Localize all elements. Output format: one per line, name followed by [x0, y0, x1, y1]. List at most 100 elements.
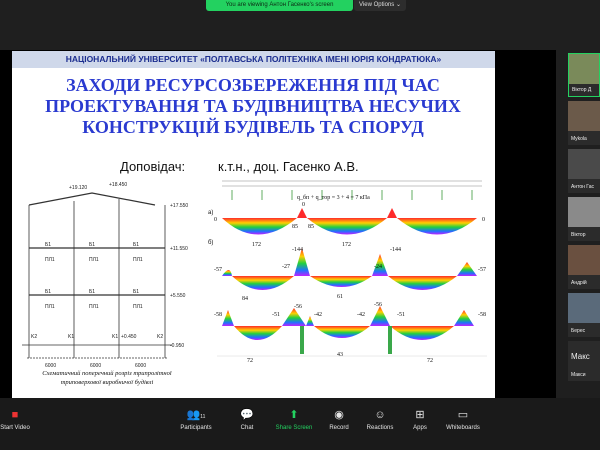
participants-button[interactable]: 👥11 Participants — [175, 398, 217, 450]
participants-icon: 👥11 — [186, 409, 206, 421]
moment-value: 43 — [337, 352, 343, 358]
moment-value: 84 — [242, 296, 248, 302]
participant-name: Андрій — [571, 280, 587, 286]
moment-value: -24 — [374, 264, 382, 270]
whiteboards-label: Whiteboards — [446, 425, 480, 431]
elev-level: +5.550 — [170, 293, 186, 299]
record-icon: ◉ — [334, 409, 344, 421]
participant-tile[interactable]: Макс Макси — [568, 341, 600, 381]
participant-tile[interactable]: Віктор — [568, 197, 600, 241]
view-options-button[interactable]: View Options ⌄ — [354, 0, 406, 11]
participant-video — [568, 149, 600, 179]
title-line: ЗАХОДИ РЕСУРСОЗБЕРЕЖЕННЯ ПІД ЧАС — [66, 75, 440, 95]
moment-value: 172 — [252, 242, 261, 248]
caption-line: триповерхової виробничої будівлі — [60, 379, 154, 386]
frame-section-drawing: +19.120 +18.450 +17.550 +11.550 +5.550 +… — [22, 182, 188, 368]
moment-value: -144 — [292, 247, 303, 253]
moment-value: -56 — [374, 302, 382, 308]
load-formula: q_бп + q_тор = 3 + 4 = 7 кПа — [297, 194, 370, 201]
record-label: Record — [329, 425, 349, 431]
participants-label: Participants — [180, 425, 212, 431]
column-label: K2 — [157, 334, 163, 340]
participant-video — [568, 197, 600, 227]
reactions-button[interactable]: ☺ Reactions — [362, 398, 398, 450]
reactions-label: Reactions — [366, 425, 394, 431]
moment-value: -51 — [272, 312, 280, 318]
apps-button[interactable]: ⊞ Apps — [405, 398, 435, 450]
start-video-label: Start Video — [0, 425, 30, 431]
participant-tile[interactable]: Андрій — [568, 245, 600, 289]
participant-gallery: Віктор Д Mykola Антон Гас Віктор Андрій … — [568, 53, 600, 403]
speaker-label: Доповідач: — [120, 159, 186, 174]
moment-row-3: -58 -51 -56 -42 -42 -56 -51 -58 72 43 72 — [214, 302, 486, 364]
participant-tile[interactable]: Віктор Д — [568, 53, 600, 97]
participant-tile[interactable]: Берес — [568, 293, 600, 337]
moment-value: -42 — [357, 312, 365, 318]
moment-value: 61 — [337, 294, 343, 300]
participant-tile[interactable]: Антон Гас — [568, 149, 600, 193]
span-dim: 6000 — [45, 363, 56, 368]
participant-name: Віктор — [571, 232, 586, 238]
speaker-name: к.т.н., доц. Гасенко А.В. — [218, 159, 359, 174]
span-dim: 6000 — [135, 363, 146, 368]
moment-value: 72 — [247, 358, 253, 364]
slab-label: ПЛ1 — [45, 304, 55, 310]
slab-label: ПЛ1 — [133, 257, 143, 263]
participant-name: Берес — [571, 328, 586, 334]
apps-icon: ⊞ — [415, 409, 425, 421]
share-screen-button[interactable]: ⬆ Share Screen — [272, 398, 316, 450]
moment-value: 72 — [427, 358, 433, 364]
meeting-toolbar: ■ Start Video 👥11 Participants 💬 Chat ⬆ … — [0, 398, 600, 450]
row-letter: а) — [208, 210, 213, 216]
elev-top-mid: +18.450 — [109, 182, 127, 188]
moment-value: -27 — [282, 264, 290, 270]
beam-label: Б1 — [133, 242, 139, 248]
university-header: НАЦІОНАЛЬНИЙ УНІВЕРСИТЕТ «ПОЛТАВСЬКА ПОЛ… — [12, 51, 495, 68]
beam-label: Б1 — [133, 289, 139, 295]
beam-label: Б1 — [45, 242, 51, 248]
whiteboard-icon: ▭ — [457, 409, 469, 421]
chat-button[interactable]: 💬 Chat — [232, 398, 262, 450]
whiteboards-button[interactable]: ▭ Whiteboards — [440, 398, 486, 450]
video-off-icon: ■ — [11, 409, 19, 421]
title-line: ПРОЕКТУВАННЯ ТА БУДІВНИЦТВА НЕСУЧИХ — [45, 96, 461, 116]
moment-value: -58 — [478, 312, 486, 318]
moment-value: -144 — [390, 247, 401, 253]
record-button[interactable]: ◉ Record — [324, 398, 354, 450]
moment-value: 85 — [308, 224, 314, 230]
moment-value: 0 — [214, 217, 217, 223]
participant-video — [568, 293, 600, 323]
column-label: K2 — [31, 334, 37, 340]
start-video-button[interactable]: ■ Start Video — [0, 398, 30, 450]
participants-count: 11 — [200, 414, 206, 420]
share-banner: You are viewing Антон Гасенко's screen — [206, 0, 353, 11]
participant-name: Макс — [571, 352, 590, 361]
participant-tile[interactable]: Mykola — [568, 101, 600, 145]
participant-video — [569, 54, 599, 84]
span-dim: 6000 — [90, 363, 101, 368]
share-screen-label: Share Screen — [275, 425, 313, 431]
caption-line: Схематичний поперечний розріз трипролітн… — [42, 370, 172, 377]
figure-caption: Схематичний поперечний розріз трипролітн… — [17, 369, 197, 387]
elev-level: +17.550 — [170, 203, 188, 209]
slab-label: ПЛ1 — [89, 257, 99, 263]
moment-value: 172 — [342, 242, 351, 248]
row-letter: б) — [208, 240, 213, 246]
beam-label: Б1 — [89, 242, 95, 248]
elev-level: -0.950 — [170, 343, 184, 349]
moment-value: 0 — [302, 202, 305, 208]
title-line: КОНСТРУКЦІЙ БУДІВЕЛЬ ТА СПОРУД — [82, 117, 424, 137]
column-label: K1 — [112, 334, 118, 340]
moment-value: -57 — [214, 267, 222, 273]
participant-name: Антон Гас — [571, 184, 594, 190]
elev-top-left: +19.120 — [69, 185, 87, 191]
participant-name: Mykola — [571, 136, 587, 142]
slab-label: ПЛ1 — [89, 304, 99, 310]
slide-title: ЗАХОДИ РЕСУРСОЗБЕРЕЖЕННЯ ПІД ЧАС ПРОЕКТУ… — [24, 75, 482, 138]
participant-name: Віктор Д — [572, 87, 592, 93]
share-screen-icon: ⬆ — [289, 409, 299, 421]
moment-value: 85 — [292, 224, 298, 230]
moment-value: -51 — [397, 312, 405, 318]
moment-value: -58 — [214, 312, 222, 318]
share-banner-text: You are viewing Антон Гасенко's screen — [225, 2, 334, 8]
